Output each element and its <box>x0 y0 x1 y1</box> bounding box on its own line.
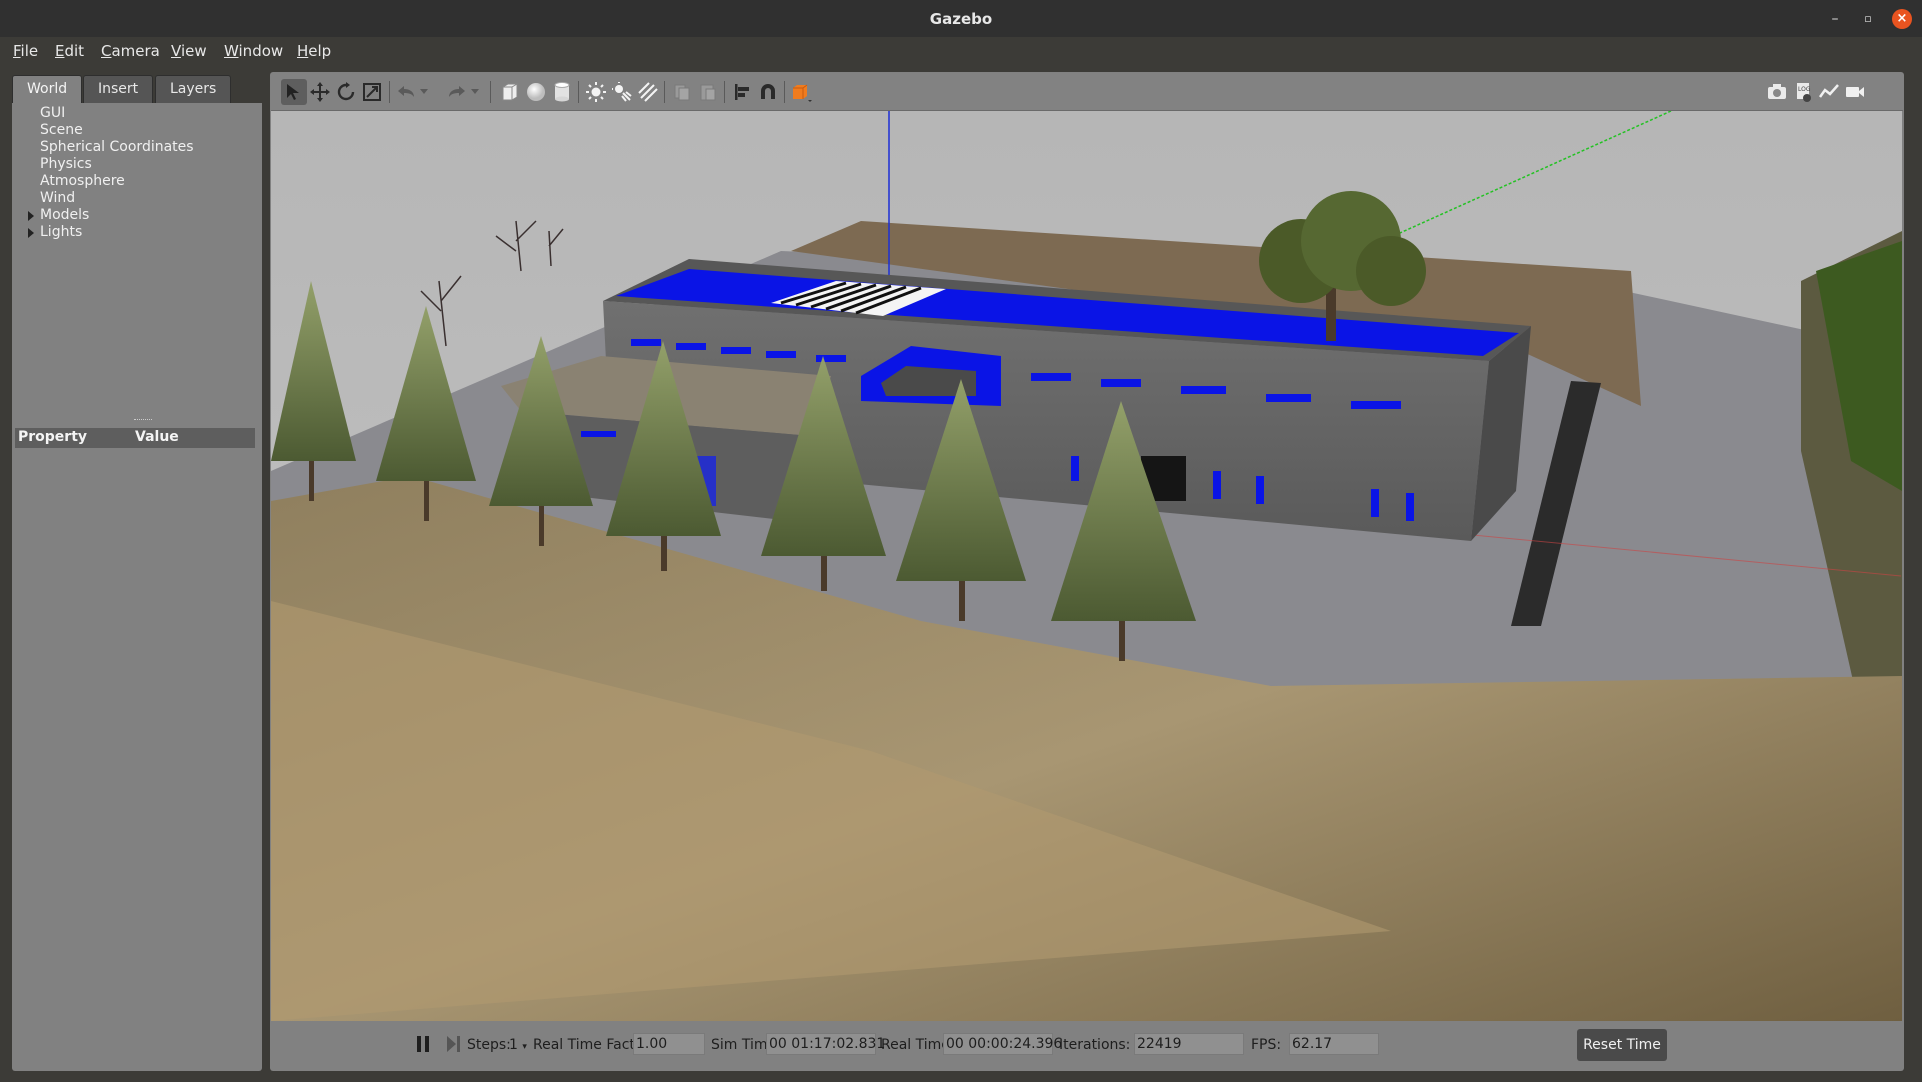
translate-icon[interactable] <box>307 79 333 105</box>
reset-time-button[interactable]: Reset Time <box>1577 1029 1667 1061</box>
redo-icon[interactable] <box>444 79 470 105</box>
spot-light-icon[interactable] <box>609 79 635 105</box>
pine-tree <box>376 306 476 521</box>
close-button[interactable]: × <box>1892 9 1912 29</box>
svg-text:LOG: LOG <box>1798 86 1811 93</box>
pine-tree <box>1051 401 1196 661</box>
tree-item-atmosphere[interactable]: Atmosphere <box>40 173 125 190</box>
point-light-icon[interactable] <box>583 79 609 105</box>
3d-viewport[interactable] <box>271 111 1902 1021</box>
copy-icon[interactable] <box>669 79 695 105</box>
menu-file[interactable]: File <box>13 42 38 60</box>
log-icon[interactable]: LOG <box>1790 79 1816 105</box>
left-panel: World Insert Layers GUI Scene Spherical … <box>12 75 262 1071</box>
tree-item-lights[interactable]: Lights <box>28 224 83 241</box>
toolbar: LOG <box>271 73 1903 111</box>
minimize-button[interactable]: – <box>1825 9 1845 29</box>
steps-value: 1 <box>509 1037 518 1053</box>
toolbar-separator <box>389 81 390 103</box>
undo-history-icon[interactable] <box>417 79 431 105</box>
property-column-header: Property <box>18 429 88 445</box>
expand-arrow-icon[interactable] <box>28 228 34 238</box>
panel-tabs: World Insert Layers <box>12 75 262 103</box>
plot-icon[interactable] <box>1816 79 1842 105</box>
status-bar: Steps: 1 ▾ Real Time Factor: 1.00 Sim Ti… <box>271 1021 1903 1070</box>
cylinder-icon[interactable] <box>549 79 575 105</box>
chevron-down-icon: ▾ <box>522 1042 527 1052</box>
tree-item-label: Models <box>40 207 90 223</box>
magnet-snap-icon[interactable] <box>755 79 781 105</box>
screenshot-icon[interactable] <box>1764 79 1790 105</box>
tree-item-wind[interactable]: Wind <box>40 190 75 207</box>
toolbar-separator <box>724 81 725 103</box>
tree-item-spherical-coordinates[interactable]: Spherical Coordinates <box>40 139 194 156</box>
tree-item-gui[interactable]: GUI <box>40 105 65 122</box>
title-bar: Gazebo – ▫ × <box>0 0 1922 37</box>
pine-tree <box>606 341 721 571</box>
iterations-label: Iterations: <box>1059 1037 1131 1053</box>
toolbar-separator <box>578 81 579 103</box>
toolbar-separator <box>664 81 665 103</box>
tree-item-label: Lights <box>40 224 83 240</box>
sphere-icon[interactable] <box>523 79 549 105</box>
fps-label: FPS: <box>1251 1037 1282 1053</box>
box-icon[interactable] <box>497 79 523 105</box>
view-angle-icon[interactable] <box>789 79 815 105</box>
menu-view[interactable]: View <box>171 42 207 60</box>
menu-help[interactable]: Help <box>297 42 331 60</box>
steps-label: Steps: <box>467 1037 511 1053</box>
menu-edit[interactable]: Edit <box>55 42 84 60</box>
paste-icon[interactable] <box>695 79 721 105</box>
menu-camera[interactable]: Camera <box>101 42 160 60</box>
expand-arrow-icon[interactable] <box>28 211 34 221</box>
maximize-button[interactable]: ▫ <box>1858 9 1878 29</box>
splitter-handle[interactable] <box>134 419 152 421</box>
rotate-icon[interactable] <box>333 79 359 105</box>
select-arrow-icon[interactable] <box>281 79 307 105</box>
tree-item-models[interactable]: Models <box>28 207 90 224</box>
pine-tree <box>761 356 886 591</box>
real-time-value: 00 00:00:24.396 <box>943 1033 1062 1055</box>
toolbar-separator <box>490 81 491 103</box>
sim-time-value: 00 01:17:02.831 <box>766 1033 885 1055</box>
window-title: Gazebo <box>929 10 993 28</box>
menu-bar: File Edit Camera View Window Help <box>0 37 1922 69</box>
align-icon[interactable] <box>729 79 755 105</box>
pause-button[interactable] <box>415 1035 431 1057</box>
tab-layers[interactable]: Layers <box>155 75 232 103</box>
redo-history-icon[interactable] <box>468 79 482 105</box>
menu-window[interactable]: Window <box>224 42 283 60</box>
step-forward-button[interactable] <box>445 1035 461 1057</box>
iterations-value: 22419 <box>1134 1033 1244 1055</box>
directional-light-icon[interactable] <box>635 79 661 105</box>
tree-layer <box>271 281 1196 661</box>
steps-spinbox[interactable]: 1 ▾ <box>509 1037 527 1053</box>
toolbar-separator <box>784 81 785 103</box>
tree-item-physics[interactable]: Physics <box>40 156 92 173</box>
property-table-header: Property Value <box>15 428 255 448</box>
video-record-icon[interactable] <box>1842 79 1868 105</box>
tree-item-scene[interactable]: Scene <box>40 122 83 139</box>
rtf-value: 1.00 <box>633 1033 705 1055</box>
scale-icon[interactable] <box>359 79 385 105</box>
pine-tree <box>896 379 1026 621</box>
tab-insert[interactable]: Insert <box>83 75 154 103</box>
pine-tree <box>489 336 593 546</box>
tab-world[interactable]: World <box>12 75 83 103</box>
pine-tree <box>271 281 356 501</box>
undo-icon[interactable] <box>393 79 419 105</box>
fps-value: 62.17 <box>1289 1033 1379 1055</box>
value-column-header: Value <box>135 429 179 445</box>
